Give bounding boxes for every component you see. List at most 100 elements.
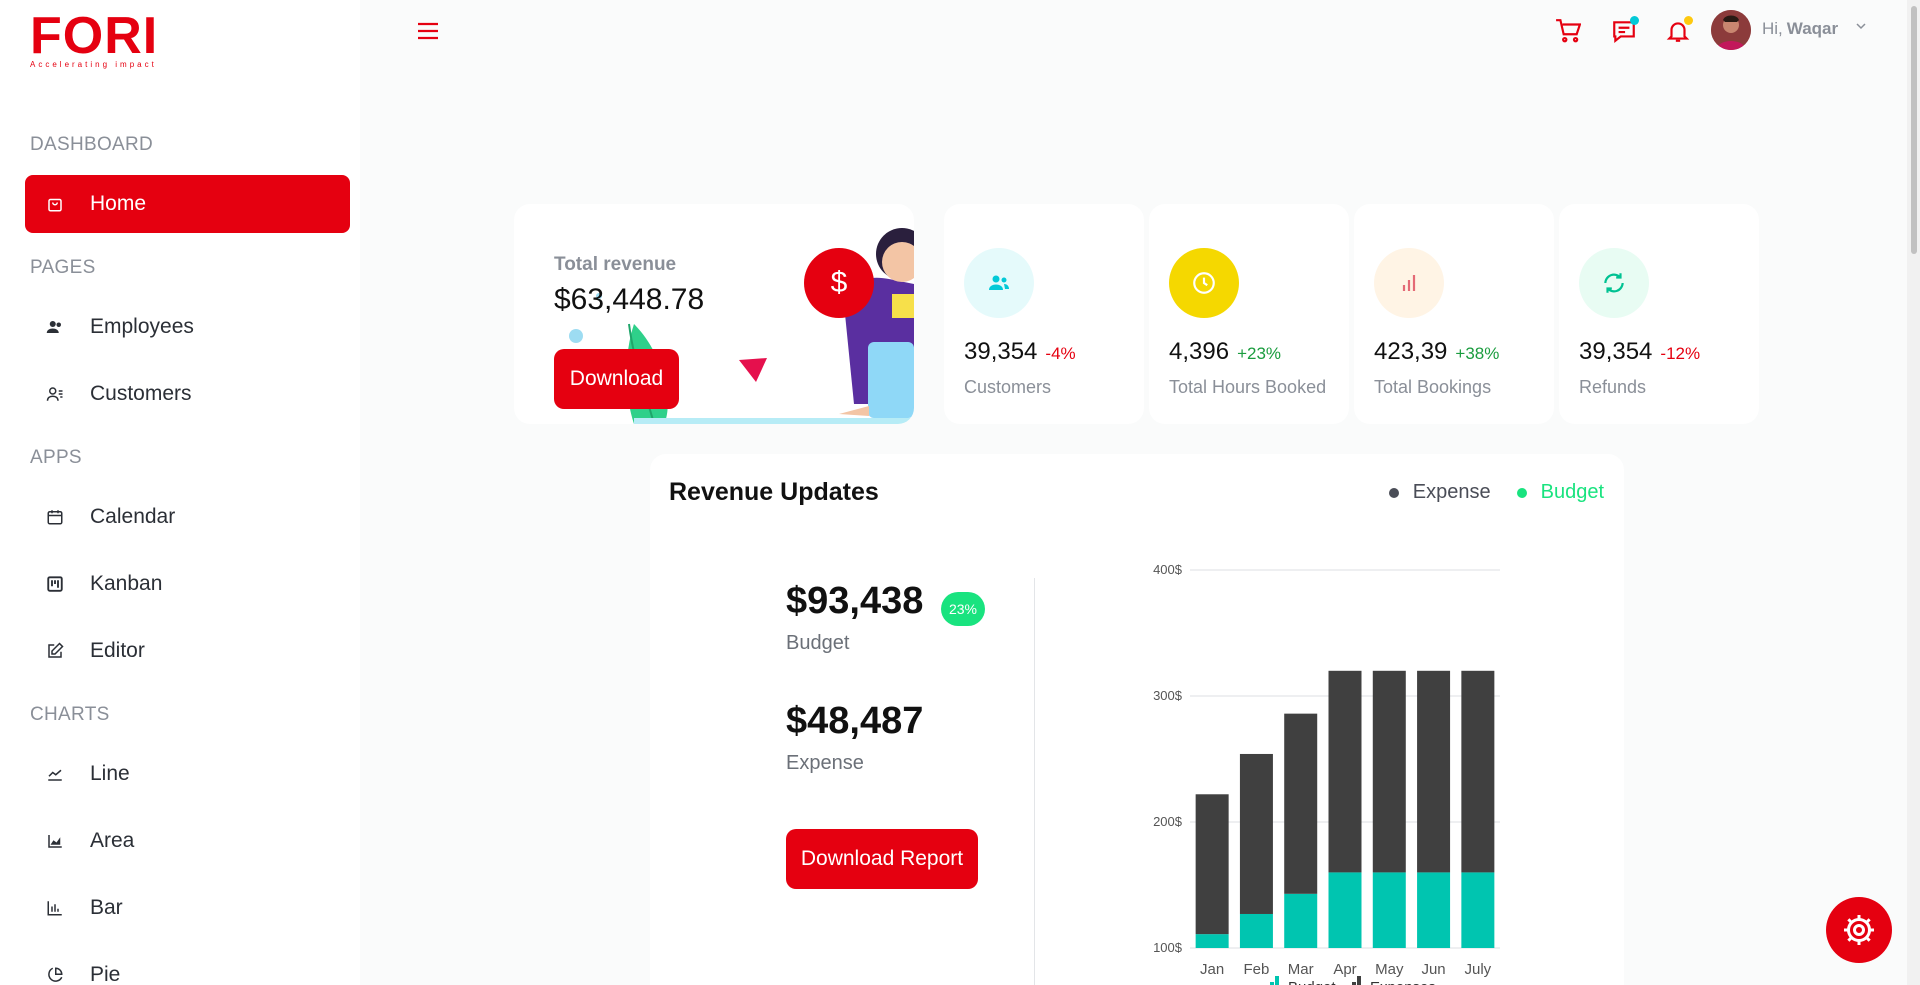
bar-expenses[interactable] [1195, 794, 1229, 935]
legend-dot [1516, 487, 1527, 498]
sidebar-item-bar[interactable]: Bar [25, 879, 350, 937]
stat-card-hours: 4,396 +23% Total Hours Booked [1149, 204, 1349, 424]
sidebar-item-label: Customers [90, 382, 192, 405]
x-tick-label: May [1375, 961, 1404, 978]
sidebar-item-home[interactable]: Home [25, 175, 350, 233]
legend-swatch [1275, 976, 1279, 985]
stat-value: 423,39 +38% [1374, 338, 1499, 366]
sidebar-item-label: Calendar [90, 505, 176, 528]
area-chart-icon [45, 831, 65, 851]
bar-chart-icon[interactable] [1374, 248, 1444, 318]
line-chart-icon [45, 764, 65, 784]
legend-swatch [1357, 976, 1361, 985]
budget-label: Budget [786, 632, 850, 654]
x-tick-label: July [1465, 961, 1492, 978]
download-report-button[interactable]: Download Report [786, 829, 978, 889]
settings-button[interactable] [1826, 897, 1892, 963]
stat-number: 423,39 [1374, 338, 1448, 365]
gear-icon [1844, 915, 1874, 945]
customers-icon[interactable] [964, 248, 1034, 318]
bell-notification-dot [1684, 16, 1693, 25]
menu-toggle-icon[interactable] [416, 20, 440, 42]
y-tick-label: 400$ [1153, 562, 1183, 577]
bar-budget[interactable] [1328, 872, 1362, 948]
revenue-updates-title: Revenue Updates [669, 478, 879, 506]
chart-legend: Expense Budget [1388, 481, 1604, 504]
sidebar-item-label: Pie [90, 963, 121, 985]
legend-budget[interactable]: Budget [1516, 481, 1604, 504]
chat-icon[interactable] [1609, 16, 1639, 46]
chevron-down-icon[interactable] [1855, 20, 1867, 35]
user-name: Waqar [1786, 19, 1839, 38]
revenue-bar-chart: 100$ 200$ 300$ 400$ Jan Feb Mar Apr May Jun July Bu… [1153, 562, 1500, 985]
stat-number: 39,354 [1579, 338, 1653, 365]
sidebar-item-customers[interactable]: Customers [25, 365, 350, 423]
stat-change: -4% [1045, 344, 1076, 363]
stat-value: 39,354 -4% [964, 338, 1076, 366]
expense-label: Expense [786, 752, 864, 774]
section-pages: PAGES [30, 257, 96, 278]
expense-value: $48,487 [786, 700, 924, 742]
bar-expenses[interactable] [1417, 670, 1451, 873]
stat-label: Customers [964, 377, 1052, 397]
stat-label: Refunds [1579, 377, 1647, 397]
y-tick-label: 200$ [1153, 814, 1183, 829]
greeting-text: Hi, [1762, 19, 1783, 38]
legend-label: Budget [1540, 481, 1604, 503]
sidebar-item-calendar[interactable]: Calendar [25, 488, 350, 546]
bar-budget[interactable] [1372, 872, 1406, 948]
x-tick-label: Mar [1288, 961, 1314, 978]
bar-budget[interactable] [1284, 893, 1318, 948]
user-greeting[interactable]: Hi, Waqar [1762, 19, 1838, 39]
stat-card-bookings: 423,39 +38% Total Bookings [1354, 204, 1554, 424]
divider [1034, 578, 1035, 985]
refresh-icon[interactable] [1579, 248, 1649, 318]
sidebar-item-label: Area [90, 829, 135, 852]
avatar[interactable] [1711, 10, 1751, 50]
sidebar: FORI Accelerating impact DASHBOARD Home … [0, 0, 360, 985]
brand-logo[interactable]: FORI Accelerating impact [30, 10, 158, 69]
pie-chart-icon [45, 965, 65, 985]
sidebar-item-editor[interactable]: Editor [25, 622, 350, 680]
stat-value: 39,354 -12% [1579, 338, 1700, 366]
sidebar-item-label: Home [90, 192, 147, 215]
revenue-title: Total revenue [554, 254, 677, 275]
download-button[interactable]: Download [554, 349, 679, 409]
sidebar-item-label: Editor [90, 639, 145, 662]
section-apps: APPS [30, 447, 82, 468]
sidebar-item-kanban[interactable]: Kanban [25, 555, 350, 613]
bar-budget[interactable] [1417, 872, 1451, 948]
clock-icon[interactable] [1169, 248, 1239, 318]
cart-icon[interactable] [1553, 16, 1583, 46]
bar-budget[interactable] [1461, 872, 1495, 948]
sidebar-item-area[interactable]: Area [25, 812, 350, 870]
stat-change: +23% [1237, 344, 1282, 363]
sidebar-item-line[interactable]: Line [25, 745, 350, 803]
stat-value: 4,396 +23% [1169, 338, 1281, 366]
bar-expenses[interactable] [1284, 713, 1318, 894]
customers-icon [45, 384, 65, 404]
bar-expenses[interactable] [1372, 670, 1406, 873]
bar-expenses[interactable] [1239, 753, 1273, 914]
bar-budget[interactable] [1195, 934, 1229, 948]
stat-card-customers: 39,354 -4% Customers [944, 204, 1144, 424]
bell-icon[interactable] [1663, 16, 1693, 46]
calendar-icon [45, 507, 65, 527]
bar-expenses[interactable] [1328, 670, 1362, 873]
legend-expense[interactable]: Expense [1388, 481, 1491, 504]
stat-number: 4,396 [1169, 338, 1230, 365]
legend-label: Budget [1288, 979, 1336, 985]
total-revenue-card: $ Total revenue $63,448.78 Download [514, 204, 914, 424]
section-charts: CHARTS [30, 704, 110, 725]
bar-budget[interactable] [1239, 913, 1273, 948]
bar-expenses[interactable] [1461, 670, 1495, 873]
sidebar-item-pie[interactable]: Pie [25, 946, 350, 985]
scrollbar-thumb[interactable] [1911, 6, 1917, 254]
y-tick-label: 300$ [1153, 688, 1183, 703]
x-tick-label: Jun [1421, 961, 1445, 978]
sidebar-item-employees[interactable]: Employees [25, 298, 350, 356]
sidebar-item-label: Employees [90, 315, 194, 338]
x-tick-label: Apr [1333, 961, 1356, 978]
budget-change-badge: 23% [941, 592, 985, 626]
revenue-updates-card: Revenue Updates Expense Budget $93,438 2… [650, 454, 1624, 985]
